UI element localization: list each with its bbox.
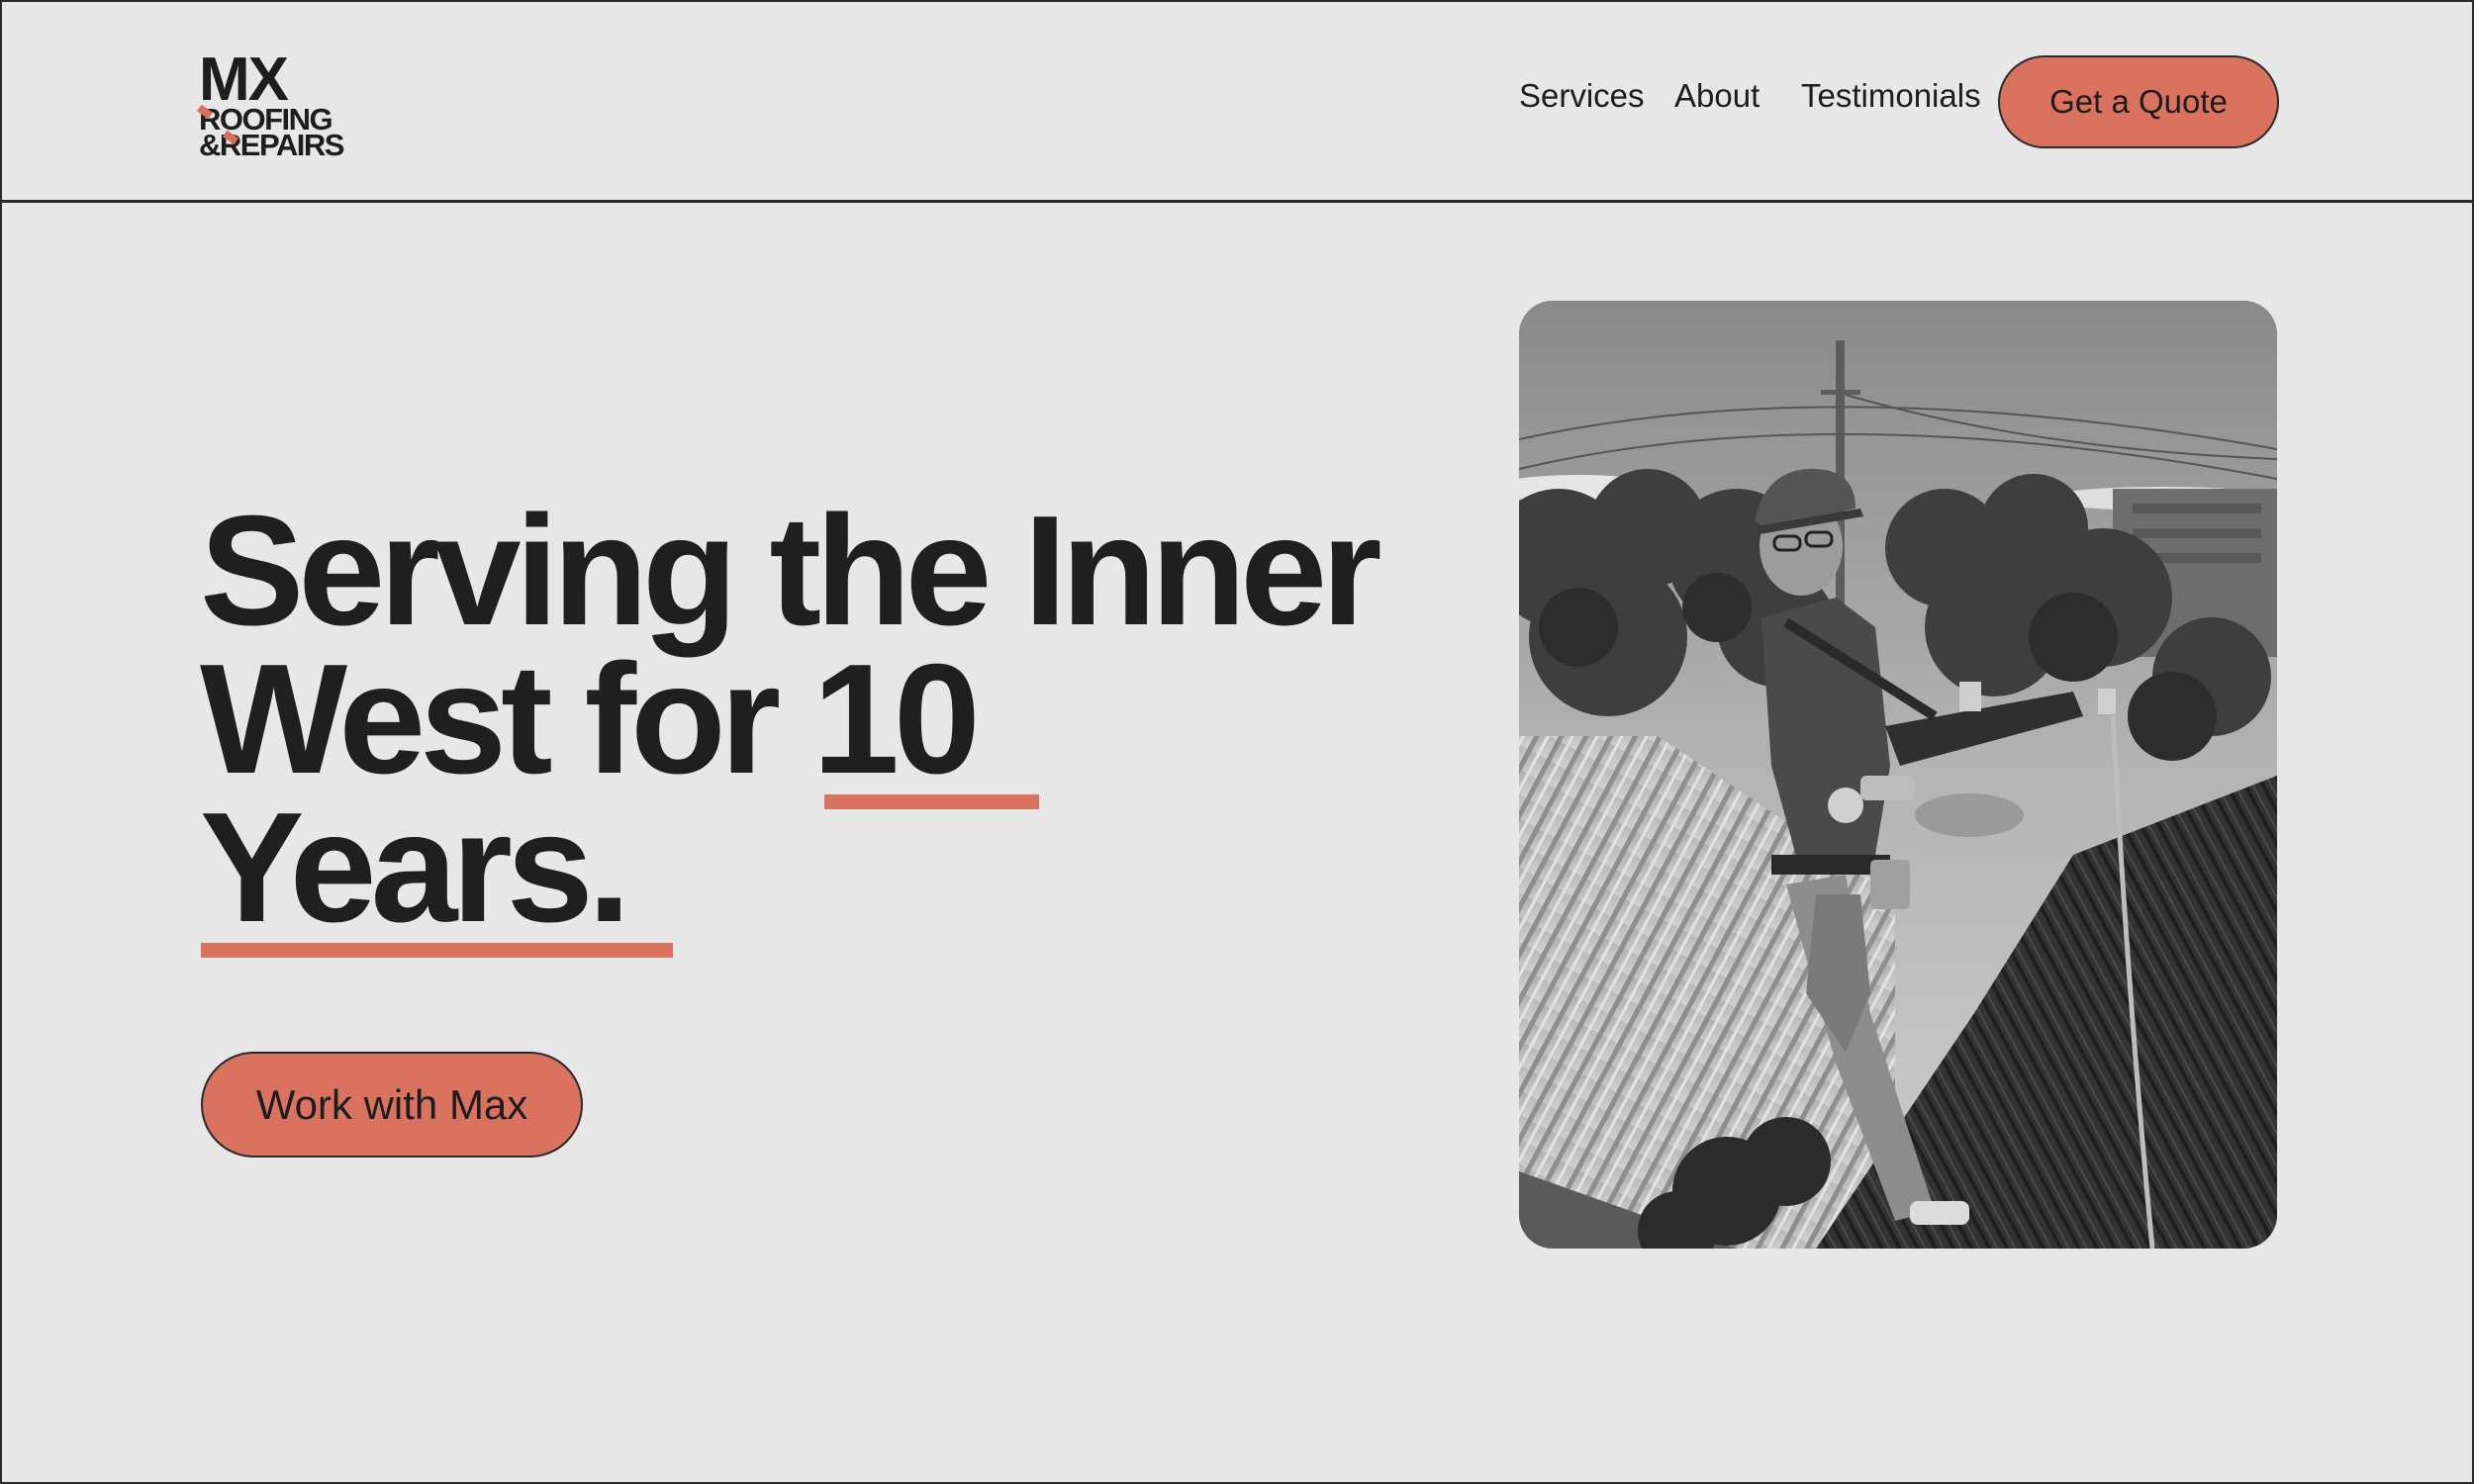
nav-link-services[interactable]: Services bbox=[1519, 77, 1645, 115]
page: MX ROOFING &REPAIRS Services About Testi… bbox=[0, 0, 2474, 1484]
headline-line-2: West for 10 bbox=[200, 641, 1506, 797]
headline-line-3: Years. bbox=[200, 781, 631, 955]
nav-link-testimonials[interactable]: Testimonials bbox=[1801, 77, 1981, 115]
site-header: MX ROOFING &REPAIRS Services About Testi… bbox=[2, 2, 2472, 203]
headline-highlight-years: 10 bbox=[812, 632, 981, 806]
work-with-max-button[interactable]: Work with Max bbox=[201, 1052, 583, 1158]
headline-line-1: Serving the Inner bbox=[200, 484, 1382, 658]
get-a-quote-button[interactable]: Get a Quote bbox=[1998, 55, 2279, 148]
highlight-underline bbox=[201, 943, 673, 958]
brand-logo[interactable]: MX ROOFING &REPAIRS bbox=[196, 49, 347, 162]
highlight-underline bbox=[824, 794, 1039, 809]
nav-link-about[interactable]: About bbox=[1674, 77, 1760, 115]
logo-repairs: &REPAIRS bbox=[199, 128, 344, 162]
roofer-photo-illustration bbox=[1519, 301, 2277, 1249]
hero-headline: Serving the Inner West for 10 Years. bbox=[200, 484, 1506, 955]
hero-photo-roofer bbox=[1519, 301, 2277, 1249]
